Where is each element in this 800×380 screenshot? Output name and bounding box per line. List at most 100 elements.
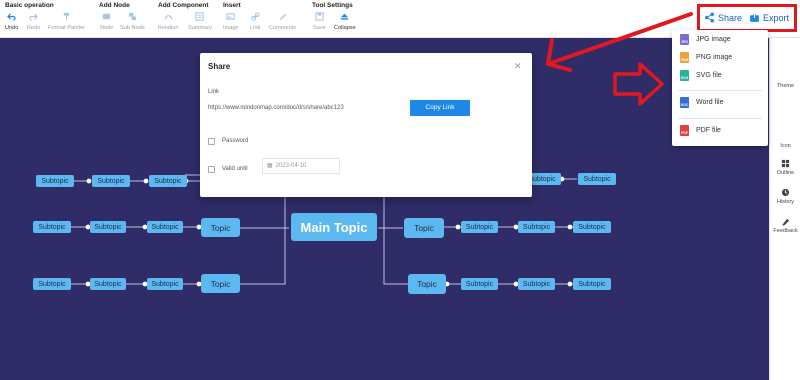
subtopic-node[interactable]: Subtopic: [33, 221, 71, 233]
export-button[interactable]: Export: [749, 12, 789, 23]
export-png-option[interactable]: PNG PNG image: [680, 52, 732, 63]
topic-node[interactable]: Topic: [404, 218, 444, 238]
undo-label: Undo: [5, 25, 19, 31]
export-divider: [678, 90, 762, 91]
comments-icon: [278, 12, 287, 21]
subtopic-node[interactable]: Subtopic: [149, 175, 187, 187]
format-painter-button[interactable]: Format Painter: [48, 12, 85, 31]
image-icon: [226, 12, 235, 21]
relation-label: Relation: [158, 25, 179, 31]
insert-image-button[interactable]: Image: [223, 12, 239, 31]
valid-until-checkbox[interactable]: [208, 166, 215, 173]
group-title-tool-settings: Tool Settings: [312, 2, 353, 9]
subtopic-node[interactable]: Subtopic: [573, 278, 611, 290]
right-side-panel: Theme Icon Outline History Feedback: [769, 38, 800, 380]
valid-date-input[interactable]: ▦ 2023-04-10: [262, 158, 340, 174]
subtopic-node[interactable]: Subtopic: [92, 175, 130, 187]
subtopic-node[interactable]: Subtopic: [578, 173, 616, 185]
sub-node-label: Sub Node: [120, 25, 145, 31]
subtopic-node[interactable]: Subtopic: [461, 221, 498, 233]
export-svg-option[interactable]: SVG SVG file: [680, 70, 722, 81]
subtopic-node[interactable]: Subtopic: [90, 278, 126, 290]
svg-file-icon: SVG: [680, 70, 689, 81]
add-sub-node-button[interactable]: Sub Node: [120, 12, 145, 31]
export-png-label: PNG image: [696, 54, 733, 61]
subtopic-node[interactable]: Subtopic: [90, 221, 126, 233]
share-icon: [704, 12, 715, 23]
export-icon: [750, 12, 759, 22]
group-title-insert: Insert: [223, 2, 241, 9]
topic-node[interactable]: Topic: [408, 274, 446, 294]
share-button[interactable]: Share: [704, 12, 742, 23]
export-jpg-label: JPG image: [696, 36, 731, 43]
feedback-icon: [782, 218, 790, 226]
export-svg-label: SVG file: [696, 72, 722, 79]
right-panel-feedback[interactable]: Feedback: [770, 217, 800, 234]
insert-link-button[interactable]: Link: [250, 12, 260, 31]
share-link-field[interactable]: https://www.mindonmap.com/doc/d/s/share/…: [208, 100, 398, 116]
topic-node[interactable]: Topic: [201, 274, 240, 293]
subtopic-node[interactable]: Subtopic: [147, 278, 183, 290]
export-pdf-option[interactable]: PDF PDF file: [680, 125, 721, 136]
subtopic-node[interactable]: Subtopic: [518, 221, 555, 233]
export-label: Export: [763, 12, 790, 23]
subtopic-node[interactable]: Subtopic: [461, 278, 498, 290]
node-icon: [102, 12, 111, 21]
undo-icon: [7, 12, 16, 21]
share-dialog-title: Share: [208, 62, 231, 71]
save-label: Save: [313, 25, 326, 31]
export-word-option[interactable]: DOC Word file: [680, 97, 724, 108]
group-title-add-node: Add Node: [99, 2, 130, 9]
right-panel-icon[interactable]: Icon: [770, 143, 800, 149]
redo-icon: [29, 12, 39, 21]
right-panel-feedback-label: Feedback: [773, 228, 798, 234]
subtopic-node[interactable]: Subtopic: [147, 221, 183, 233]
collapse-button[interactable]: Collapse: [334, 12, 356, 31]
right-panel-theme[interactable]: Theme: [770, 83, 800, 89]
subtopic-node[interactable]: Subtopic: [573, 221, 611, 233]
summary-button[interactable]: Summary: [188, 12, 212, 31]
save-icon: [315, 12, 324, 21]
redo-button[interactable]: Redo: [27, 12, 40, 31]
share-dialog: Share ✕ Link https://www.mindonmap.com/d…: [200, 53, 532, 197]
group-title-basic: Basic operation: [5, 2, 54, 9]
calendar-icon: ▦: [267, 163, 273, 169]
topic-node[interactable]: Topic: [201, 218, 240, 237]
subtopic-node[interactable]: Subtopic: [36, 175, 74, 187]
relation-button[interactable]: Relation: [158, 12, 179, 31]
right-panel-history-label: History: [776, 199, 795, 205]
format-painter-icon: [62, 12, 71, 21]
export-word-label: Word file: [696, 99, 724, 106]
node-label: Node: [100, 25, 114, 31]
png-file-icon: PNG: [680, 52, 689, 63]
collapse-icon: [340, 12, 349, 21]
subtopic-node[interactable]: Subtopic: [33, 278, 71, 290]
export-jpg-option[interactable]: JPG JPG image: [680, 34, 731, 45]
insert-comments-button[interactable]: Comments: [269, 12, 296, 31]
relation-icon: [164, 12, 173, 21]
main-topic-node[interactable]: Main Topic: [291, 213, 377, 241]
group-title-add-component: Add Component: [158, 2, 209, 9]
link-label: Link: [250, 25, 261, 31]
right-panel-history[interactable]: History: [770, 188, 800, 205]
sub-node-icon: [128, 12, 137, 21]
add-node-button[interactable]: Node: [100, 12, 113, 31]
undo-button[interactable]: Undo: [5, 12, 18, 31]
format-painter-label: Format Painter: [48, 25, 85, 31]
valid-date-value: 2023-04-10: [275, 163, 307, 169]
summary-label: Summary: [188, 25, 212, 31]
right-panel-outline[interactable]: Outline: [770, 159, 800, 176]
collapse-label: Collapse: [334, 25, 356, 31]
close-icon[interactable]: ✕: [514, 61, 522, 72]
valid-until-label: Valid until: [222, 166, 248, 172]
password-checkbox[interactable]: [208, 138, 215, 145]
share-link-label: Link: [208, 89, 220, 95]
password-option-label: Password: [222, 138, 249, 144]
copy-link-button[interactable]: Copy Link: [410, 100, 470, 116]
right-panel-theme-label: Theme: [776, 83, 795, 89]
share-label: Share: [718, 12, 743, 23]
comments-label: Comments: [269, 25, 297, 31]
export-dropdown: JPG JPG image PNG PNG image SVG SVG file…: [672, 30, 768, 146]
save-button[interactable]: Save: [313, 12, 326, 31]
subtopic-node[interactable]: Subtopic: [518, 278, 555, 290]
